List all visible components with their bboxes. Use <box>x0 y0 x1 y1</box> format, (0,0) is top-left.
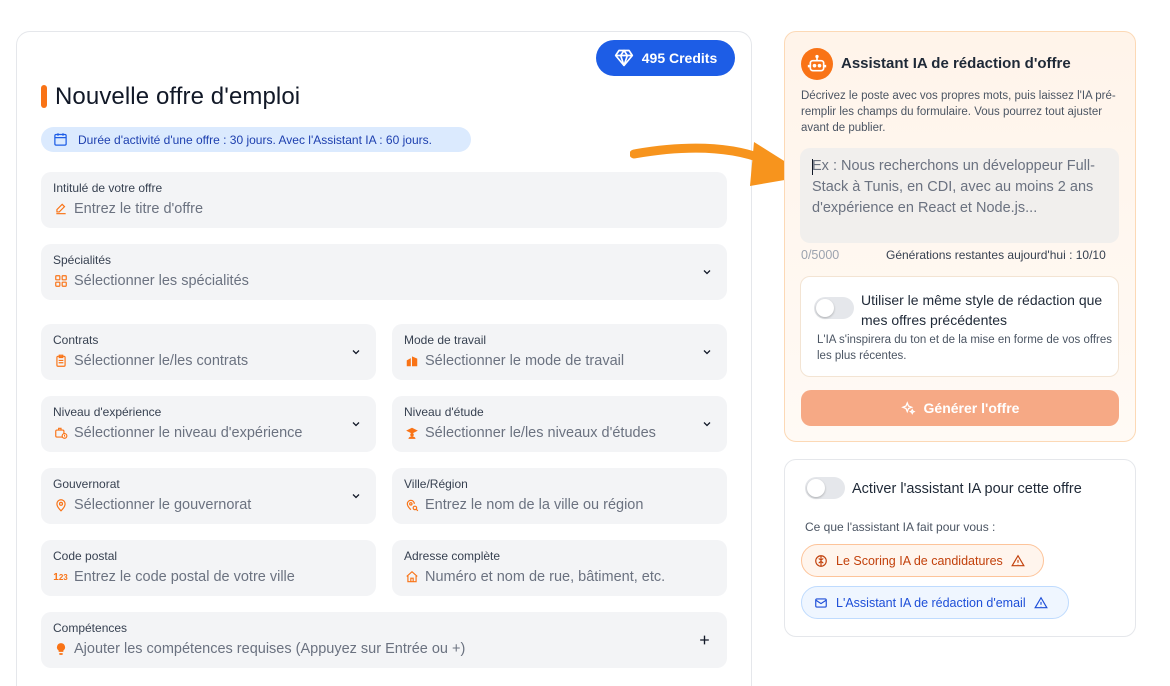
activate-ai-subtitle: Ce que l'assistant IA fait pour vous : <box>805 520 996 534</box>
feature-scoring-badge[interactable]: Le Scoring IA de candidatures <box>801 544 1044 577</box>
adresse-input[interactable]: Numéro et nom de rue, bâtiment, etc. <box>425 569 665 585</box>
same-style-toggle[interactable] <box>814 297 854 319</box>
select-value: Sélectionner les spécialités <box>74 273 249 289</box>
feature-label: L'Assistant IA de rédaction d'email <box>836 595 1026 610</box>
graduate-icon <box>404 426 419 441</box>
generate-label: Générer l'offre <box>923 400 1020 416</box>
ville-field[interactable]: Ville/Région Entrez le nom de la ville o… <box>392 468 727 524</box>
plus-icon[interactable] <box>698 634 711 647</box>
grid-icon <box>53 274 68 289</box>
activate-ai-toggle[interactable] <box>805 477 845 499</box>
field-label: Gouvernorat <box>53 477 120 491</box>
select-value: Sélectionner le/les contrats <box>74 353 249 369</box>
ai-panel-description: Décrivez le poste avec vos propres mots,… <box>801 90 1116 134</box>
home-icon <box>404 570 419 585</box>
job-title-input[interactable]: Entrez le titre d'offre <box>74 201 203 217</box>
adresse-field[interactable]: Adresse complète Numéro et nom de rue, b… <box>392 540 727 596</box>
same-style-description: L'IA s'inspirera du ton et de la mise en… <box>817 334 1113 362</box>
select-value: Sélectionner le gouvernorat <box>74 497 252 513</box>
experience-select[interactable]: Niveau d'expérience Sélectionner le nive… <box>41 396 376 452</box>
select-value: Sélectionner le/les niveaux d'études <box>425 425 656 441</box>
mode-travail-select[interactable]: Mode de travail Sélectionner le mode de … <box>392 324 727 380</box>
ai-panel-title: Assistant IA de rédaction d'offre <box>841 55 1071 72</box>
field-label: Contrats <box>53 333 99 347</box>
specialites-select[interactable]: Spécialités Sélectionner les spécialités <box>41 244 727 300</box>
title-accent-bar <box>41 85 47 108</box>
credits-badge[interactable]: 495 Credits <box>596 40 735 76</box>
field-label: Ville/Région <box>404 477 468 491</box>
chevron-down-icon <box>352 494 360 499</box>
field-label: Niveau d'expérience <box>53 405 162 419</box>
clipboard-icon <box>53 354 68 369</box>
field-label: Code postal <box>53 549 118 563</box>
warning-icon <box>1010 554 1025 568</box>
building-icon <box>404 354 419 369</box>
chevron-down-icon <box>703 422 711 427</box>
etude-select[interactable]: Niveau d'étude Sélectionner le/les nivea… <box>392 396 727 452</box>
char-counter: 0/5000 <box>801 248 840 262</box>
ai-description-textarea[interactable]: Ex : Nous recherchons un développeur Ful… <box>800 148 1119 243</box>
field-label: Niveau d'étude <box>404 405 484 419</box>
map-pin-icon <box>53 498 68 513</box>
feature-label: Le Scoring IA de candidatures <box>836 553 1003 568</box>
chevron-down-icon <box>703 270 711 275</box>
generate-offer-button[interactable]: Générer l'offre <box>801 390 1119 426</box>
field-label: Adresse complète <box>404 549 501 563</box>
field-label: Spécialités <box>53 253 112 267</box>
location-search-icon <box>404 498 419 513</box>
field-label: Mode de travail <box>404 333 487 347</box>
chevron-down-icon <box>703 350 711 355</box>
duration-note: Durée d'activité d'une offre : 30 jours.… <box>41 127 471 152</box>
feature-email-badge[interactable]: L'Assistant IA de rédaction d'email <box>801 586 1069 619</box>
ville-input[interactable]: Entrez le nom de la ville ou région <box>425 497 643 513</box>
brain-icon <box>814 554 828 568</box>
sparkle-icon <box>900 400 916 416</box>
lightbulb-icon <box>53 642 68 657</box>
select-value: Sélectionner le niveau d'expérience <box>74 425 303 441</box>
warning-icon <box>1033 596 1048 610</box>
chevron-down-icon <box>352 350 360 355</box>
briefcase-clock-icon <box>53 426 68 441</box>
contrats-select[interactable]: Contrats Sélectionner le/les contrats <box>41 324 376 380</box>
competences-input[interactable]: Ajouter les compétences requises (Appuye… <box>74 641 465 657</box>
calendar-icon <box>53 132 68 147</box>
generations-remaining: Générations restantes aujourd'hui : 10/1… <box>886 248 1106 262</box>
code-postal-field[interactable]: Code postal 1 23 Entrez le code postal de… <box>41 540 376 596</box>
duration-text: Durée d'activité d'une offre : 30 jours.… <box>78 132 432 147</box>
select-value: Sélectionner le mode de travail <box>425 353 625 369</box>
competences-field[interactable]: Compétences Ajouter les compétences requ… <box>41 612 727 668</box>
code-postal-input[interactable]: Entrez le code postal de votre ville <box>74 569 295 585</box>
diamond-icon <box>614 48 634 68</box>
pencil-icon <box>53 202 68 217</box>
pointer-arrow-icon <box>630 142 808 186</box>
robot-icon <box>801 48 833 80</box>
field-label: Intitulé de votre offre <box>53 181 163 195</box>
page-title: Nouvelle offre d'emploi <box>55 83 301 110</box>
numbers-icon: 1 23 <box>53 571 68 583</box>
activate-ai-label: Activer l'assistant IA pour cette offre <box>852 481 1082 497</box>
job-title-field[interactable]: Intitulé de votre offre Entrez le titre … <box>41 172 727 228</box>
credits-label: 495 Credits <box>641 50 718 66</box>
mail-icon <box>814 596 828 610</box>
same-style-label: Utiliser le même style de rédaction que … <box>861 292 1103 328</box>
field-label: Compétences <box>53 621 128 635</box>
gouvernorat-select[interactable]: Gouvernorat Sélectionner le gouvernorat <box>41 468 376 524</box>
chevron-down-icon <box>352 422 360 427</box>
